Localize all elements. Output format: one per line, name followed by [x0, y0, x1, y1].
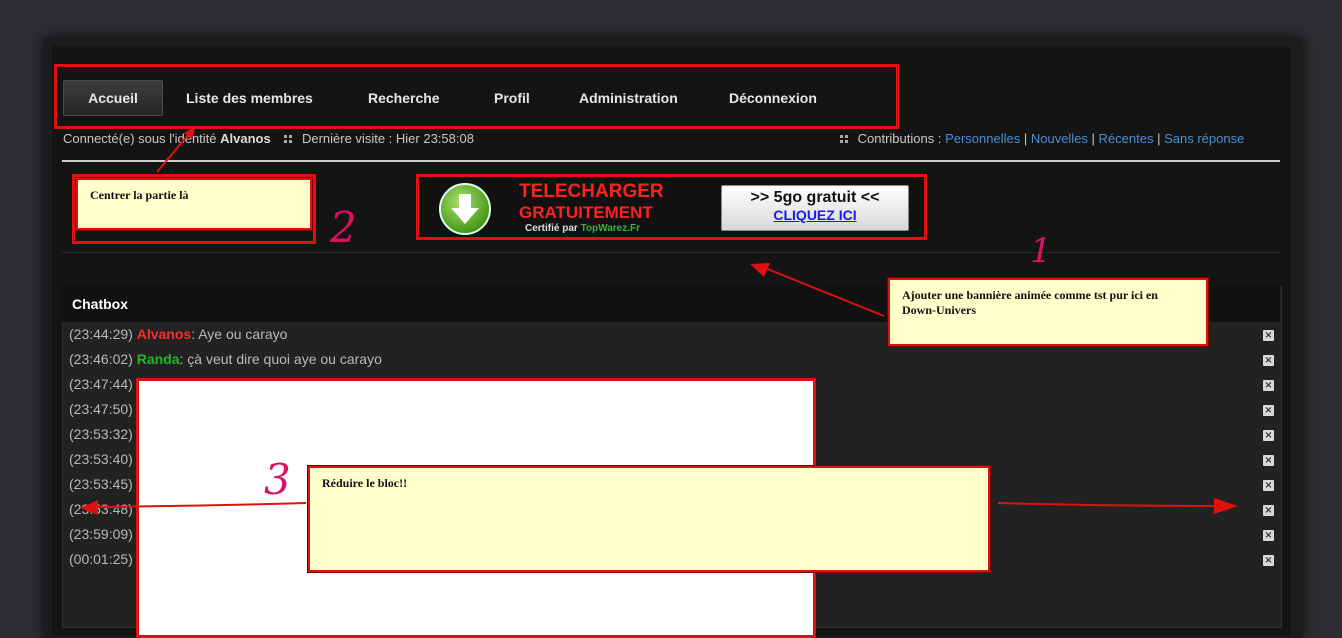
annotation-number-3: 3 [264, 455, 291, 504]
annotation-arrows: 2 1 3 [80, 126, 1238, 515]
annotation-number-2: 2 [329, 203, 357, 252]
annotation-number-1: 1 [1030, 231, 1052, 271]
